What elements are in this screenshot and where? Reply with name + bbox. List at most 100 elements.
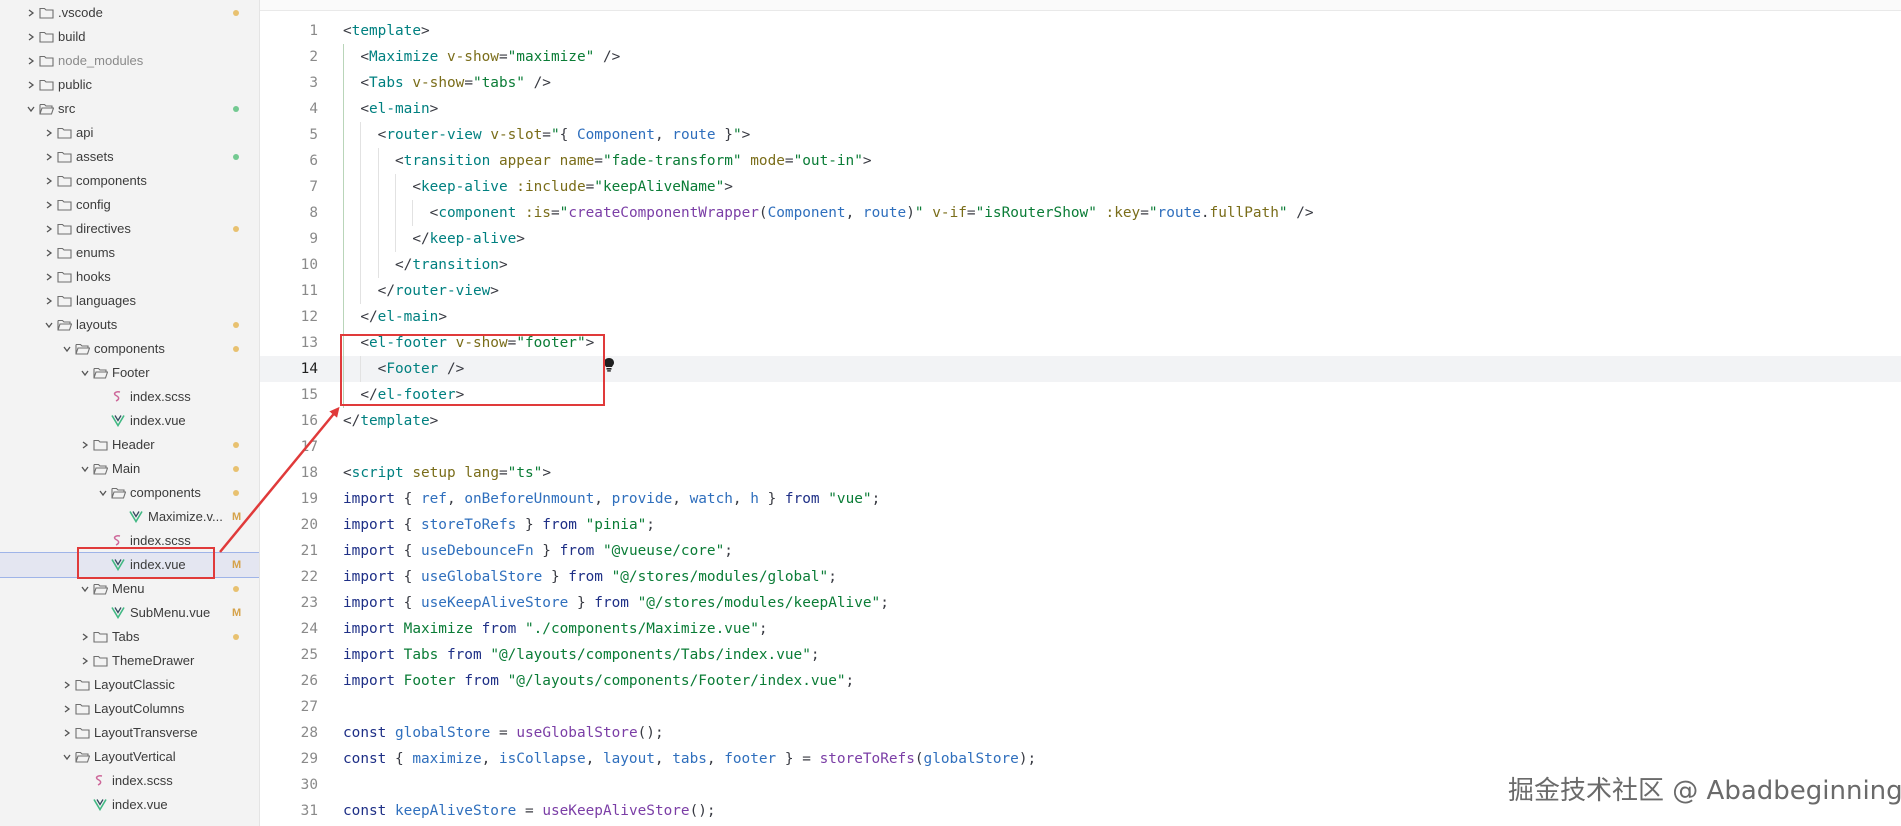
- chevron-right-icon[interactable]: [25, 25, 37, 49]
- code-line[interactable]: 19 import { ref, onBeforeUnmount, provide…: [260, 486, 1901, 512]
- chevron-down-icon[interactable]: [61, 337, 73, 361]
- code-line[interactable]: 26 import Footer from "@/layouts/componen…: [260, 668, 1901, 694]
- code-line[interactable]: 22 import { useGlobalStore } from "@/stor…: [260, 564, 1901, 590]
- tree-folder-build[interactable]: build: [0, 25, 259, 49]
- tree-folder-src[interactable]: src: [0, 97, 259, 121]
- code-text[interactable]: </template>: [343, 408, 438, 434]
- tree-folder-themedrawer[interactable]: ThemeDrawer: [0, 649, 259, 673]
- code-text[interactable]: import Tabs from "@/layouts/components/T…: [343, 642, 820, 668]
- code-text[interactable]: import Footer from "@/layouts/components…: [343, 668, 854, 694]
- chevron-down-icon[interactable]: [61, 745, 73, 769]
- tree-folder-assets[interactable]: assets: [0, 145, 259, 169]
- code-text[interactable]: import { useDebounceFn } from "@vueuse/c…: [343, 538, 733, 564]
- code-line[interactable]: 11 </router-view>: [260, 278, 1901, 304]
- code-text[interactable]: <keep-alive :include="keepAliveName">: [343, 174, 733, 200]
- code-line[interactable]: 27: [260, 694, 1901, 720]
- code-text[interactable]: </keep-alive>: [343, 226, 525, 252]
- code-line[interactable]: 4 <el-main>: [260, 96, 1901, 122]
- tree-folder-hooks[interactable]: hooks: [0, 265, 259, 289]
- code-line[interactable]: 20 import { storeToRefs } from "pinia";: [260, 512, 1901, 538]
- code-line[interactable]: 23 import { useKeepAliveStore } from "@/s…: [260, 590, 1901, 616]
- code-text[interactable]: <template>: [343, 18, 430, 44]
- chevron-down-icon[interactable]: [97, 481, 109, 505]
- tree-folder-languages[interactable]: languages: [0, 289, 259, 313]
- code-text[interactable]: <Maximize v-show="maximize" />: [343, 44, 620, 70]
- code-text[interactable]: <component :is="createComponentWrapper(C…: [343, 200, 1314, 226]
- code-text[interactable]: const globalStore = useGlobalStore();: [343, 720, 664, 746]
- tree-folder-public[interactable]: public: [0, 73, 259, 97]
- code-line[interactable]: 25 import Tabs from "@/layouts/components…: [260, 642, 1901, 668]
- tree-folder-menu[interactable]: Menu: [0, 577, 259, 601]
- code-text[interactable]: import Maximize from "./components/Maxim…: [343, 616, 768, 642]
- tree-folder-enums[interactable]: enums: [0, 241, 259, 265]
- chevron-right-icon[interactable]: [43, 121, 55, 145]
- chevron-right-icon[interactable]: [79, 433, 91, 457]
- tree-folder-directives[interactable]: directives: [0, 217, 259, 241]
- tree-file-index-vue[interactable]: index.vue: [0, 793, 259, 817]
- tree-file-submenu-vue[interactable]: SubMenu.vue M: [0, 601, 259, 625]
- tree-folder-layouttransverse[interactable]: LayoutTransverse: [0, 721, 259, 745]
- code-text[interactable]: <Tabs v-show="tabs" />: [343, 70, 551, 96]
- code-line[interactable]: 2 <Maximize v-show="maximize" />: [260, 44, 1901, 70]
- code-line[interactable]: 3 <Tabs v-show="tabs" />: [260, 70, 1901, 96]
- chevron-right-icon[interactable]: [43, 145, 55, 169]
- code-line[interactable]: 18 <script setup lang="ts">: [260, 460, 1901, 486]
- code-line[interactable]: 29 const { maximize, isCollapse, layout, …: [260, 746, 1901, 772]
- chevron-right-icon[interactable]: [61, 697, 73, 721]
- chevron-down-icon[interactable]: [79, 457, 91, 481]
- chevron-right-icon[interactable]: [79, 649, 91, 673]
- code-line[interactable]: 28 const globalStore = useGlobalStore();: [260, 720, 1901, 746]
- chevron-down-icon[interactable]: [79, 361, 91, 385]
- code-line[interactable]: 12 </el-main>: [260, 304, 1901, 330]
- chevron-right-icon[interactable]: [25, 1, 37, 25]
- code-text[interactable]: <script setup lang="ts">: [343, 460, 551, 486]
- code-line[interactable]: 6 <transition appear name="fade-transfor…: [260, 148, 1901, 174]
- chevron-down-icon[interactable]: [43, 313, 55, 337]
- code-text[interactable]: const { maximize, isCollapse, layout, ta…: [343, 746, 1036, 772]
- chevron-right-icon[interactable]: [25, 73, 37, 97]
- tree-folder-vscode[interactable]: .vscode: [0, 1, 259, 25]
- tree-folder-node-modules[interactable]: node_modules: [0, 49, 259, 73]
- tree-folder-components[interactable]: components: [0, 481, 259, 505]
- tree-file-index-vue[interactable]: index.vue: [0, 409, 259, 433]
- code-text[interactable]: <router-view v-slot="{ Component, route …: [343, 122, 751, 148]
- code-text[interactable]: </el-main>: [343, 304, 447, 330]
- tree-folder-api[interactable]: api: [0, 121, 259, 145]
- chevron-right-icon[interactable]: [43, 241, 55, 265]
- code-text[interactable]: const keepAliveStore = useKeepAliveStore…: [343, 798, 716, 824]
- tree-folder-header[interactable]: Header: [0, 433, 259, 457]
- code-text[interactable]: </transition>: [343, 252, 508, 278]
- chevron-down-icon[interactable]: [25, 97, 37, 121]
- chevron-right-icon[interactable]: [61, 673, 73, 697]
- tree-folder-footer[interactable]: Footer: [0, 361, 259, 385]
- tree-folder-config[interactable]: config: [0, 193, 259, 217]
- code-text[interactable]: <transition appear name="fade-transform"…: [343, 148, 872, 174]
- code-text[interactable]: import { ref, onBeforeUnmount, provide, …: [343, 486, 880, 512]
- code-line[interactable]: 5 <router-view v-slot="{ Component, rout…: [260, 122, 1901, 148]
- tree-file-maximize-v[interactable]: Maximize.v... M: [0, 505, 259, 529]
- chevron-right-icon[interactable]: [43, 289, 55, 313]
- chevron-down-icon[interactable]: [79, 577, 91, 601]
- chevron-right-icon[interactable]: [43, 169, 55, 193]
- code-line[interactable]: 7 <keep-alive :include="keepAliveName">: [260, 174, 1901, 200]
- chevron-right-icon[interactable]: [43, 193, 55, 217]
- code-line[interactable]: 8 <component :is="createComponentWrapper…: [260, 200, 1901, 226]
- code-editor[interactable]: 1 <template> 2 <Maximize v-show="maximize"…: [260, 0, 1901, 826]
- code-text[interactable]: <el-main>: [343, 96, 438, 122]
- tree-folder-components[interactable]: components: [0, 337, 259, 361]
- tree-folder-layoutclassic[interactable]: LayoutClassic: [0, 673, 259, 697]
- code-text[interactable]: </router-view>: [343, 278, 499, 304]
- chevron-right-icon[interactable]: [25, 49, 37, 73]
- chevron-right-icon[interactable]: [43, 265, 55, 289]
- tree-folder-layoutcolumns[interactable]: LayoutColumns: [0, 697, 259, 721]
- tree-folder-layouts[interactable]: layouts: [0, 313, 259, 337]
- code-line[interactable]: 24 import Maximize from "./components/Max…: [260, 616, 1901, 642]
- code-line[interactable]: 9 </keep-alive>: [260, 226, 1901, 252]
- chevron-right-icon[interactable]: [61, 721, 73, 745]
- tree-folder-tabs[interactable]: Tabs: [0, 625, 259, 649]
- code-line[interactable]: 1 <template>: [260, 18, 1901, 44]
- code-text[interactable]: import { useGlobalStore } from "@/stores…: [343, 564, 837, 590]
- code-text[interactable]: import { storeToRefs } from "pinia";: [343, 512, 655, 538]
- tree-folder-layoutvertical[interactable]: LayoutVertical: [0, 745, 259, 769]
- code-line[interactable]: 10 </transition>: [260, 252, 1901, 278]
